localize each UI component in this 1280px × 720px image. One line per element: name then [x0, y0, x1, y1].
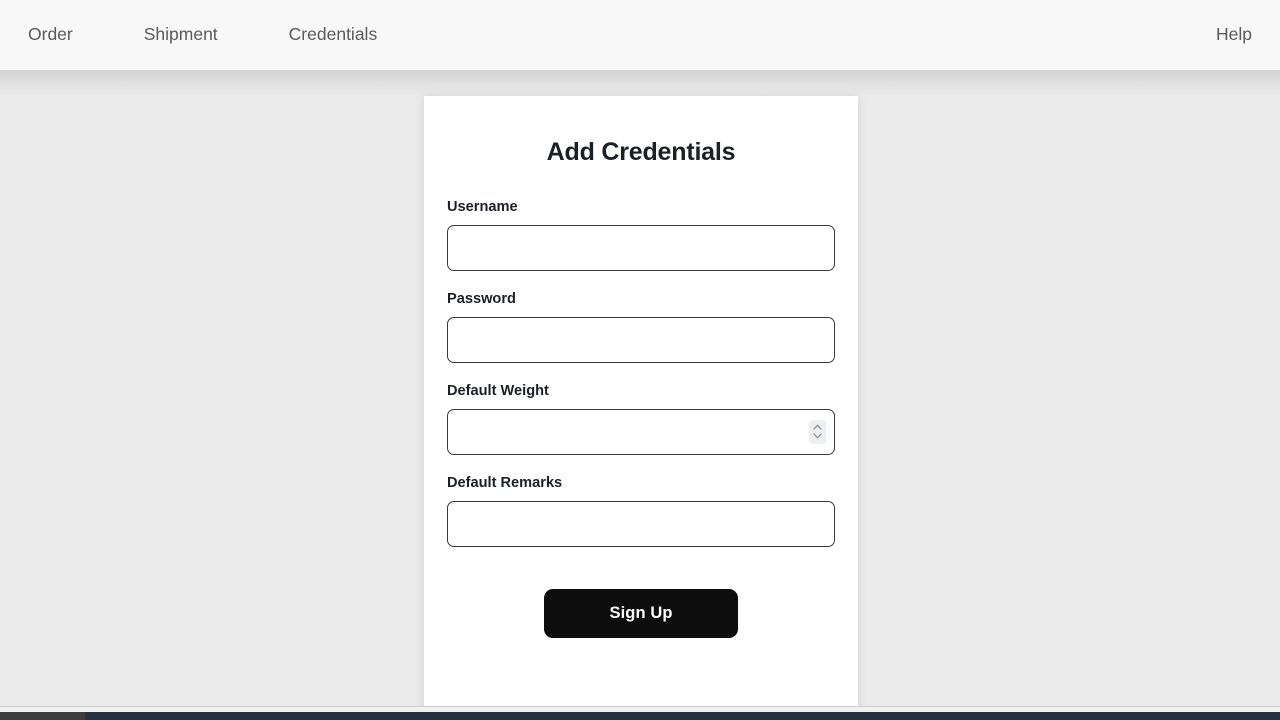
scrollbar-track-left[interactable]	[0, 712, 85, 720]
submit-row: Sign Up	[447, 588, 835, 638]
navbar-links: Order Shipment Credentials	[28, 20, 448, 50]
navbar-shadow	[0, 70, 1280, 96]
default-remarks-input[interactable]	[447, 500, 835, 547]
username-input[interactable]	[447, 224, 835, 271]
nav-link-shipment[interactable]: Shipment	[144, 20, 218, 50]
default-weight-input[interactable]	[447, 408, 835, 455]
scrollbar-thumb[interactable]	[85, 712, 1280, 720]
horizontal-scrollbar[interactable]	[0, 706, 1280, 720]
top-navbar: Order Shipment Credentials Help	[0, 0, 1280, 70]
nav-link-order[interactable]: Order	[28, 20, 73, 50]
add-credentials-card: Add Credentials Username Password Defaul…	[424, 96, 858, 720]
form-group-default-remarks: Default Remarks	[447, 475, 835, 547]
page-body: Add Credentials Username Password Defaul…	[0, 70, 1280, 720]
nav-link-credentials[interactable]: Credentials	[289, 20, 378, 50]
credentials-form: Username Password Default Weight Default…	[447, 199, 835, 638]
default-remarks-label: Default Remarks	[447, 475, 563, 491]
form-group-default-weight: Default Weight	[447, 383, 835, 455]
default-weight-wrap	[447, 408, 835, 455]
sign-up-button[interactable]: Sign Up	[544, 588, 738, 638]
nav-link-help[interactable]: Help	[1216, 20, 1252, 50]
navbar-right: Help	[1216, 20, 1252, 50]
password-label: Password	[447, 291, 516, 307]
number-stepper[interactable]	[809, 419, 826, 444]
form-group-username: Username	[447, 199, 835, 271]
chevron-down-icon	[813, 433, 822, 439]
default-weight-label: Default Weight	[447, 383, 549, 399]
chevron-up-icon	[813, 424, 822, 430]
password-input[interactable]	[447, 316, 835, 363]
page-title: Add Credentials	[546, 138, 736, 166]
form-group-password: Password	[447, 291, 835, 363]
username-label: Username	[447, 199, 518, 215]
